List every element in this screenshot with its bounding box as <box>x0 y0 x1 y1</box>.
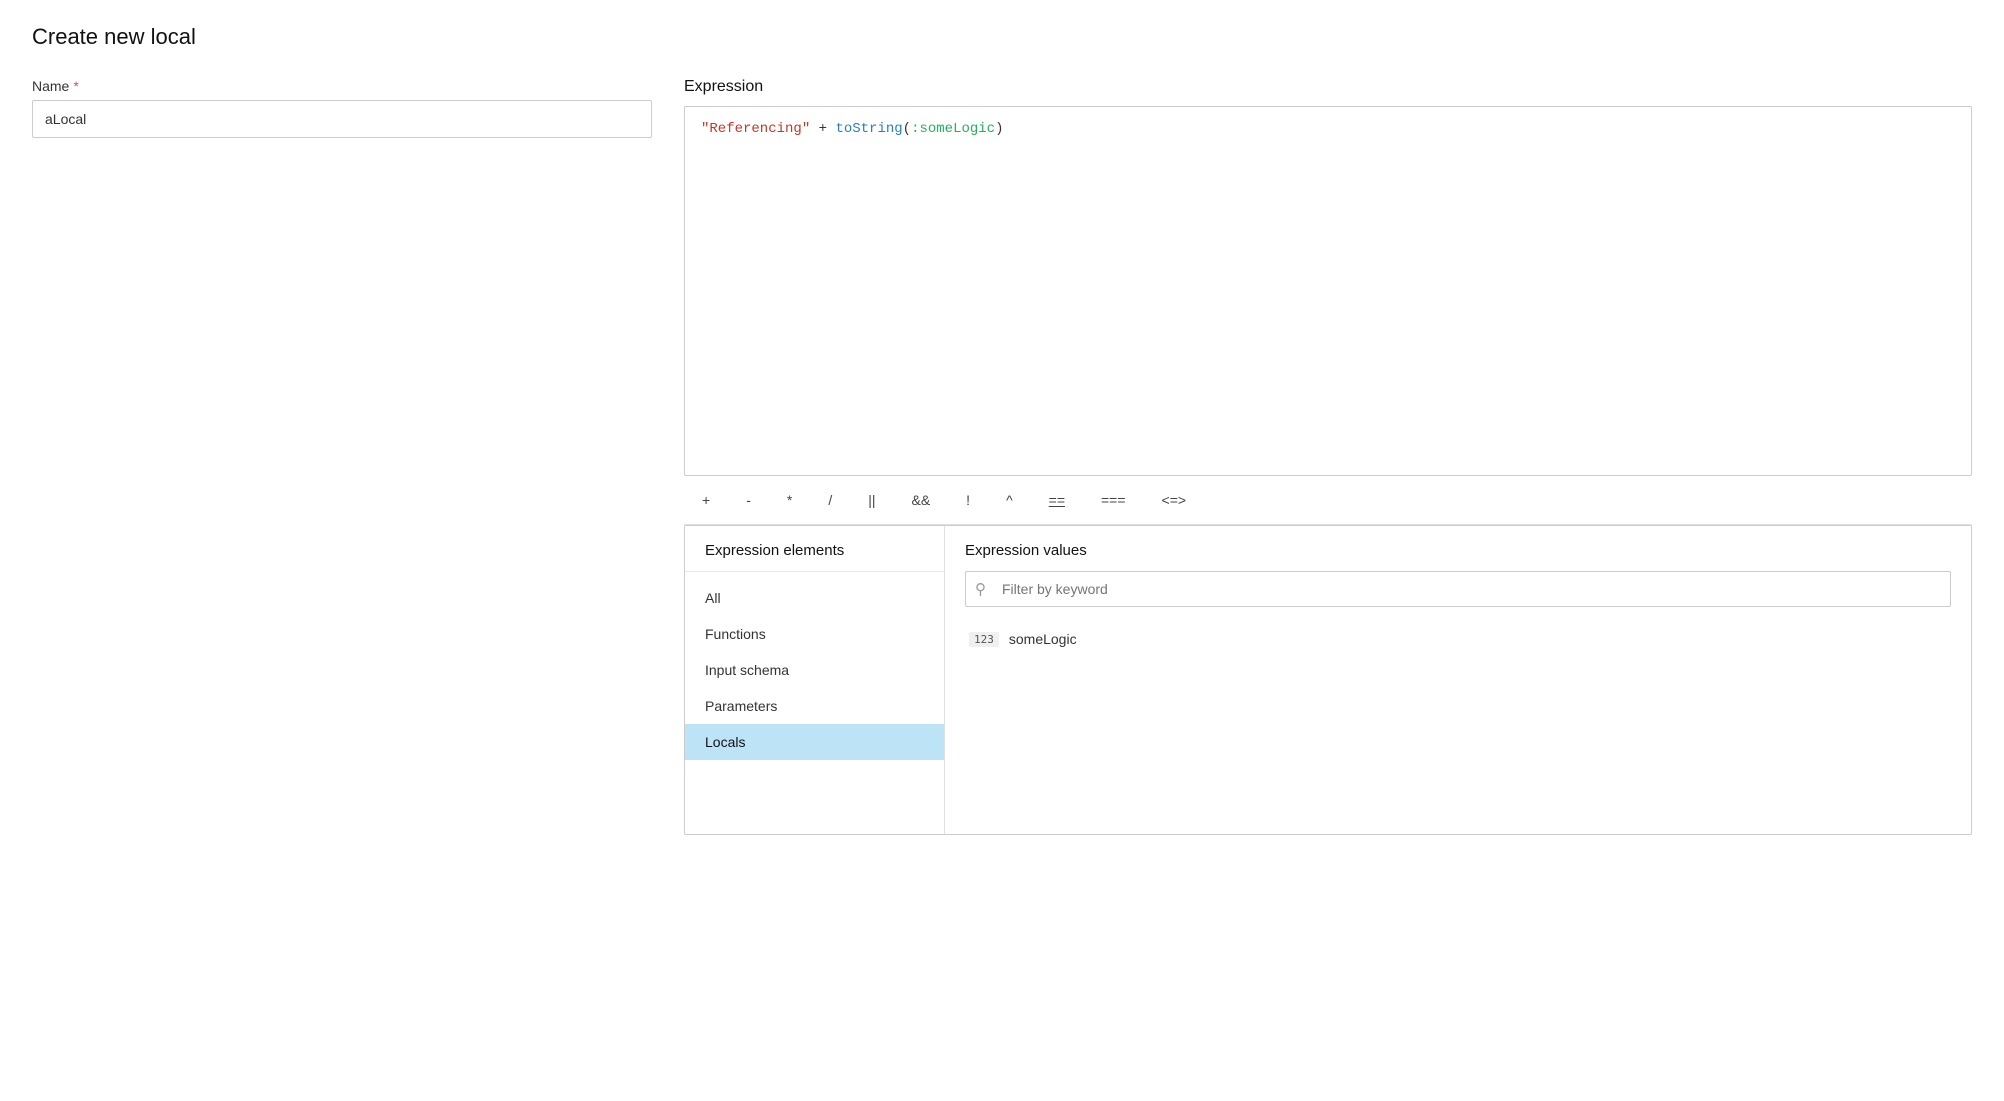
op-multiply[interactable]: * <box>769 486 810 514</box>
element-parameters[interactable]: Parameters <box>685 688 944 724</box>
required-star: * <box>73 78 78 94</box>
type-badge-123: 123 <box>969 632 999 647</box>
value-item-somelogic[interactable]: 123 someLogic <box>965 623 1951 655</box>
op-strict-eq[interactable]: === <box>1083 486 1144 514</box>
expr-ref: :someLogic <box>911 121 995 137</box>
expr-function: toString <box>835 121 902 137</box>
expression-values-panel: Expression values ⚲ 123 someLogic <box>945 526 1971 834</box>
left-panel: Name* <box>32 78 652 138</box>
page-title: Create new local <box>32 24 1972 50</box>
element-functions[interactable]: Functions <box>685 616 944 652</box>
right-panel: Expression "Referencing" + toString(:som… <box>684 78 1972 835</box>
element-all[interactable]: All <box>685 580 944 616</box>
value-name-somelogic: someLogic <box>1009 631 1077 647</box>
element-list: All Functions Input schema Parameters Lo… <box>685 572 944 768</box>
expr-string: "Referencing" <box>701 121 810 137</box>
op-or[interactable]: || <box>850 486 893 514</box>
expression-elements-header: Expression elements <box>685 526 944 572</box>
main-layout: Name* Expression "Referencing" + toStrin… <box>32 78 1972 835</box>
op-not[interactable]: ! <box>948 486 988 514</box>
op-compare[interactable]: <=> <box>1144 486 1205 514</box>
filter-input-wrap: ⚲ <box>965 571 1951 607</box>
op-eq[interactable]: == <box>1031 486 1083 514</box>
expression-editor[interactable]: "Referencing" + toString(:someLogic) <box>684 106 1972 476</box>
element-locals[interactable]: Locals <box>685 724 944 760</box>
expression-label: Expression <box>684 78 1972 96</box>
op-divide[interactable]: / <box>810 486 850 514</box>
bottom-panels: Expression elements All Functions Input … <box>684 525 1972 835</box>
operators-bar: + - * / || && ! ^ == === <=> <box>684 476 1972 525</box>
op-minus[interactable]: - <box>728 486 769 514</box>
name-input[interactable] <box>32 100 652 138</box>
name-field-label: Name* <box>32 78 652 94</box>
op-plus[interactable]: + <box>684 486 728 514</box>
expression-elements-panel: Expression elements All Functions Input … <box>685 526 945 834</box>
expression-values-header: Expression values <box>965 542 1951 559</box>
op-and[interactable]: && <box>893 486 948 514</box>
element-input-schema[interactable]: Input schema <box>685 652 944 688</box>
filter-input[interactable] <box>965 571 1951 607</box>
op-xor[interactable]: ^ <box>988 486 1031 514</box>
